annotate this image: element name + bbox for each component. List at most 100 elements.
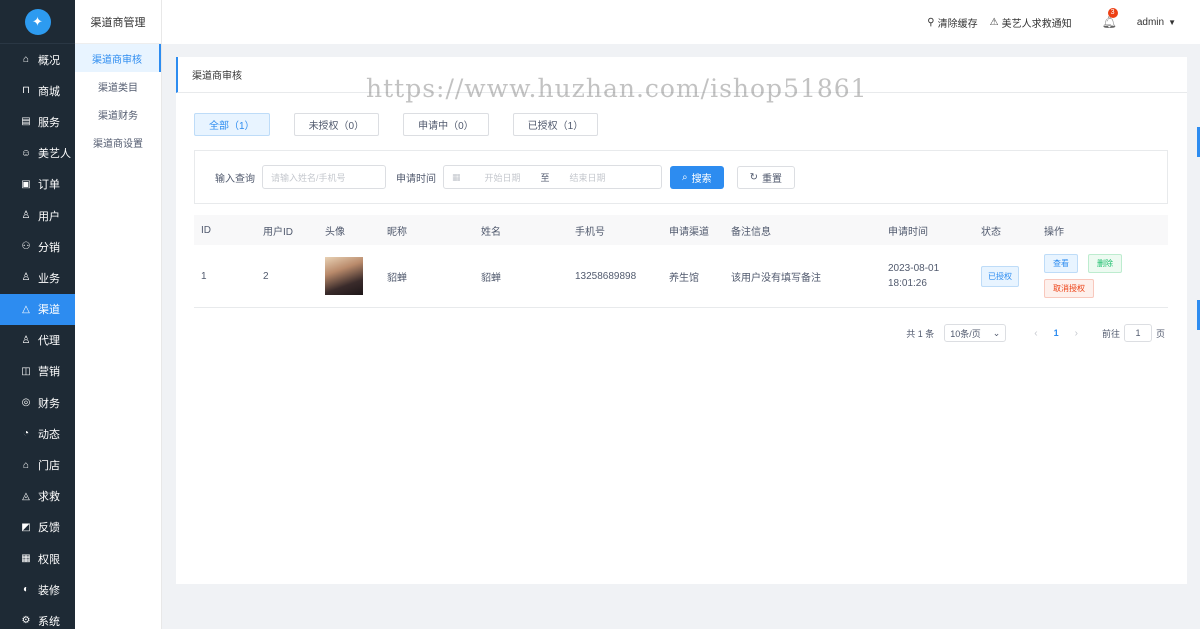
order-icon: ▣ [21,178,31,190]
sidebar-item-users[interactable]: ♙ 用户 [0,200,75,231]
sidebar-item-artist[interactable]: ☺ 美艺人 [0,138,75,169]
sidebar-item-distribution[interactable]: ⚇ 分销 [0,231,75,262]
sidebar-item-business[interactable]: ♙ 业务 [0,262,75,293]
query-label: 输入查询 [215,173,255,185]
th-name: 姓名 [481,226,501,238]
sidebar-item-home[interactable]: ⌂ 概况 [0,44,75,75]
prev-page-icon[interactable]: ‹ [1034,328,1037,339]
tab-authorized[interactable]: 已授权（1） [512,113,599,136]
sidebar-item-label: 业务 [38,272,60,285]
search-icon: ⌕ [682,171,688,183]
time-clock: 18:01:26 [888,278,927,289]
cell-remark: 该用户没有填写备注 [731,272,821,284]
shop-icon: ⊓ [22,85,30,97]
sidebar-item-service[interactable]: ▤ 服务 [0,106,75,137]
sidebar-item-feedback[interactable]: ◩ 反馈 [0,512,75,543]
sidebar-item-label: 财务 [38,397,60,410]
time-label: 申请时间 [396,173,436,185]
view-button[interactable]: 查看 [1044,254,1078,273]
sidebar-item-label: 分销 [38,241,60,254]
sidebar-item-label: 订单 [38,179,60,192]
query-input[interactable]: 请输入姓名/手机号 [262,165,386,189]
sidebar-item-shop[interactable]: ⊓ 商城 [0,75,75,106]
table-header: ID 用户ID 头像 昵称 姓名 手机号 申请渠道 备注信息 申请时间 状态 操… [194,215,1168,245]
store-icon: ⌂ [22,459,30,471]
pagination: 共 1 条 10条/页 ⌄ ‹ 1 › 前往 1 页 [906,324,1165,342]
tab-all[interactable]: 全部（1） [194,113,270,136]
sub-item-channel-settings[interactable]: 渠道商设置 [75,128,161,156]
agent-icon: ♙ [21,334,31,346]
page-size-value: 10条/页 [950,328,981,339]
calendar-icon: ▦ [452,171,461,182]
service-icon: ▤ [21,116,31,128]
page-number[interactable]: 1 [1054,328,1059,338]
sidebar-item-agent[interactable]: ♙ 代理 [0,325,75,356]
next-page-icon[interactable]: › [1075,328,1078,339]
sub-item-channel-finance[interactable]: 渠道财务 [75,100,161,128]
status-badge: 已授权 [981,265,1019,287]
logo[interactable]: ✦ [0,0,75,44]
decoration-icon: ◐ [22,584,30,596]
sos-notice-link[interactable]: ⚠ 美艺人求救通知 [990,15,1072,30]
sidebar-item-label: 反馈 [38,522,60,535]
time-date: 2023-08-01 [888,263,940,274]
feedback-icon: ◩ [21,521,31,533]
sidebar-item-permission[interactable]: ▦ 权限 [0,543,75,574]
sidebar-item-decoration[interactable]: ◐ 装修 [0,574,75,605]
sidebar-item-label: 用户 [38,210,60,223]
tab-applying[interactable]: 申请中（0） [403,113,489,136]
end-date-placeholder: 结束日期 [569,172,606,183]
sos-notice-label: 美艺人求救通知 [1001,18,1072,30]
goto-value: 1 [1135,328,1141,338]
sidebar-item-store[interactable]: ⌂ 门店 [0,449,75,480]
cell-id: 1 [201,270,207,282]
status-tabs: 全部（1） 未授权（0） 申请中（0） 已授权（1） [194,113,622,136]
sidebar-item-help[interactable]: ◬ 求救 [0,481,75,512]
channel-table: ID 用户ID 头像 昵称 姓名 手机号 申请渠道 备注信息 申请时间 状态 操… [194,215,1168,308]
channel-icon: △ [22,303,30,315]
start-date-placeholder: 开始日期 [484,172,521,183]
user-name: admin [1136,16,1165,28]
th-actions: 操作 [1044,226,1064,238]
sidebar-item-marketing[interactable]: ◫ 营销 [0,356,75,387]
goto-input[interactable]: 1 [1123,324,1152,342]
sub-item-channel-review[interactable]: 渠道商审核 [75,44,161,72]
main-sidebar: ✦ ⌂ 概况 ⊓ 商城 ▤ 服务 ☺ 美艺人 ▣ 订单 ♙ 用户 ⚇ 分销 ♙ 业务 △ 渠道 ♙ 代理 ◫ 营销 ◎ 财务 ◔… [0,0,75,629]
caret-down-icon: ▼ [1168,17,1176,27]
clear-cache-link[interactable]: ⚲ 清除缓存 [927,15,977,30]
sidebar-item-settings[interactable]: ⚙ 系统 [0,605,75,629]
sub-item-channel-category[interactable]: 渠道类目 [75,72,161,100]
settings-icon: ⚙ [21,615,31,627]
avatar[interactable] [325,257,363,295]
brush-icon: ⚲ [927,16,935,28]
notification-bell[interactable]: 🔔︎ 3 [1102,8,1118,29]
search-button[interactable]: ⌕ 搜索 [670,165,724,189]
sidebar-item-channel[interactable]: △ 渠道 [0,293,75,325]
sidebar-item-order[interactable]: ▣ 订单 [0,169,75,200]
search-button-label: 搜索 [691,173,712,185]
sidebar-item-label: 系统 [38,615,60,628]
sidebar-item-label: 门店 [38,460,60,473]
tab-unauthorized[interactable]: 未授权（0） [293,113,380,136]
artist-icon: ☺ [20,147,32,159]
sidebar-item-dynamic[interactable]: ◔ 动态 [0,418,75,449]
page-jumper: 前往 1 页 [1102,324,1165,342]
sidebar-item-finance[interactable]: ◎ 财务 [0,387,75,418]
refresh-icon: ↻ [749,171,758,183]
reset-button[interactable]: ↻ 重置 [736,165,795,189]
finance-icon: ◎ [21,397,31,409]
page-size-select[interactable]: 10条/页 ⌄ [944,324,1007,342]
range-separator: 至 [540,172,550,183]
cell-time: 2023-08-01 18:01:26 [881,261,974,291]
th-phone: 手机号 [575,226,605,238]
cell-avatar [318,257,380,295]
sidebar-item-label: 商城 [38,85,60,98]
goto-label: 前往 [1101,328,1120,339]
dynamic-icon: ◔ [22,428,30,440]
delete-button[interactable]: 删除 [1088,254,1122,273]
user-menu[interactable]: admin ▼ [1137,17,1176,28]
cancel-auth-button[interactable]: 取消授权 [1044,279,1094,298]
submenu-title: 渠道商管理 [75,0,161,44]
business-icon: ♙ [21,272,31,284]
date-range-picker[interactable]: ▦ 开始日期 至 结束日期 [443,165,662,189]
